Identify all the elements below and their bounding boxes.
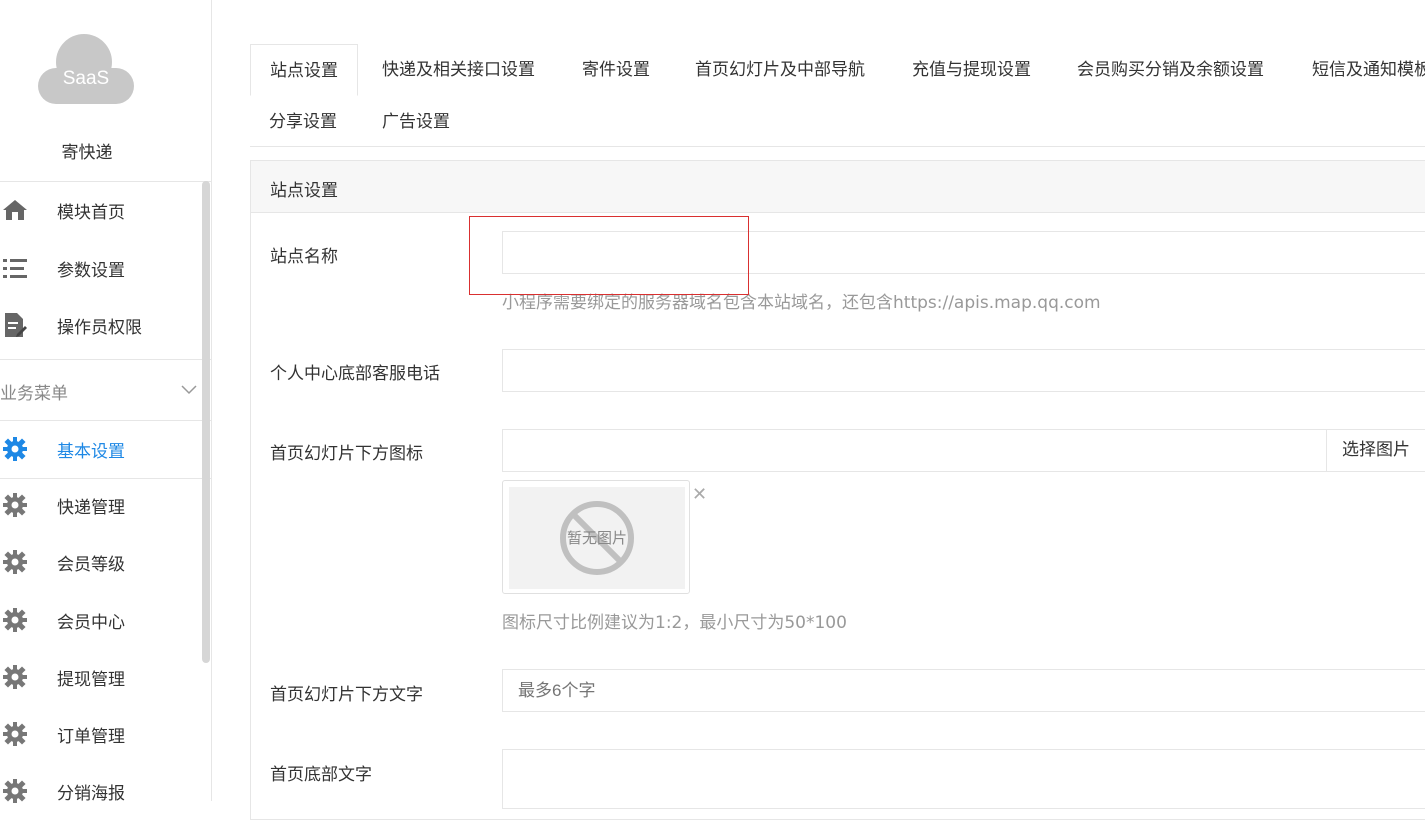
sidebar-item-label: 基本设置 bbox=[57, 441, 125, 462]
sidebar-item-label: 快递管理 bbox=[57, 497, 125, 518]
tab-site-settings[interactable]: 站点设置 bbox=[250, 44, 358, 96]
service-phone-input[interactable] bbox=[502, 349, 1425, 392]
sidebar-item-label: 参数设置 bbox=[57, 260, 125, 281]
document-edit-icon bbox=[2, 312, 28, 338]
gear-icon bbox=[2, 436, 28, 462]
sidebar-item-label: 模块首页 bbox=[57, 202, 125, 223]
sidebar-item-label: 会员中心 bbox=[57, 612, 125, 633]
slide-text-label: 首页幻灯片下方文字 bbox=[270, 685, 423, 705]
sidebar-group-business-menu[interactable]: 业务菜单 bbox=[0, 359, 211, 421]
no-image-text: 暂无图片 bbox=[566, 529, 627, 547]
sidebar-item-params[interactable]: 参数设置 bbox=[0, 243, 211, 293]
service-phone-label: 个人中心底部客服电话 bbox=[270, 364, 440, 384]
sidebar-item-order-management[interactable]: 订单管理 bbox=[0, 709, 211, 759]
panel-header: 站点设置 bbox=[251, 161, 1425, 213]
sidebar-item-distribution-poster[interactable]: 分销海报 bbox=[0, 766, 211, 816]
sidebar-group-label: 业务菜单 bbox=[0, 384, 68, 404]
sidebar-item-express-management[interactable]: 快递管理 bbox=[0, 480, 211, 530]
logo: SaaS bbox=[36, 32, 136, 108]
list-icon bbox=[2, 255, 28, 281]
sidebar-scrollbar[interactable] bbox=[202, 181, 210, 663]
tab-sms-notification[interactable]: 短信及通知模板 bbox=[1293, 44, 1425, 96]
tab-recharge-withdraw[interactable]: 充值与提现设置 bbox=[893, 44, 1050, 96]
gear-icon bbox=[2, 778, 28, 804]
footer-text-input[interactable] bbox=[502, 749, 1425, 809]
sidebar-item-label: 提现管理 bbox=[57, 669, 125, 690]
tab-slideshow-nav[interactable]: 首页幻灯片及中部导航 bbox=[676, 44, 884, 96]
sidebar-item-operator-permission[interactable]: 操作员权限 bbox=[0, 300, 211, 350]
slide-icon-label: 首页幻灯片下方图标 bbox=[270, 444, 423, 464]
sidebar-item-label: 订单管理 bbox=[57, 726, 125, 747]
gear-icon bbox=[2, 492, 28, 518]
panel-title: 站点设置 bbox=[270, 181, 338, 201]
cloud-icon: SaaS bbox=[36, 32, 136, 108]
highlight-box bbox=[469, 216, 749, 295]
gear-icon bbox=[2, 664, 28, 690]
sidebar-item-member-center[interactable]: 会员中心 bbox=[0, 595, 211, 645]
gear-icon bbox=[2, 549, 28, 575]
sidebar-item-member-level[interactable]: 会员等级 bbox=[0, 537, 211, 587]
tab-member-distribution[interactable]: 会员购买分销及余额设置 bbox=[1058, 44, 1283, 96]
tab-express-api-settings[interactable]: 快递及相关接口设置 bbox=[363, 44, 554, 96]
home-icon bbox=[2, 197, 28, 223]
sidebar-item-label: 会员等级 bbox=[57, 554, 125, 575]
image-preview: 暂无图片 bbox=[502, 480, 690, 594]
sidebar: SaaS 寄快递 模块首页 参数设置 操作员权限 业务菜单 基本设置 快递管理 … bbox=[0, 0, 212, 804]
slide-icon-input[interactable] bbox=[502, 429, 1425, 472]
sidebar-item-label: 分销海报 bbox=[57, 783, 125, 804]
sidebar-item-basic-settings[interactable]: 基本设置 bbox=[0, 424, 211, 474]
chevron-down-icon bbox=[180, 382, 197, 398]
gear-icon bbox=[2, 721, 28, 747]
select-image-button[interactable]: 选择图片 bbox=[1326, 429, 1425, 471]
gear-icon bbox=[2, 607, 28, 633]
tab-share-settings[interactable]: 分享设置 bbox=[250, 96, 356, 148]
tab-ad-settings[interactable]: 广告设置 bbox=[363, 96, 469, 148]
sidebar-item-withdraw-management[interactable]: 提现管理 bbox=[0, 652, 211, 702]
slide-icon-help: 图标尺寸比例建议为1:2，最小尺寸为50*100 bbox=[502, 613, 847, 633]
footer-text-label: 首页底部文字 bbox=[270, 765, 372, 785]
slide-text-input[interactable] bbox=[502, 669, 1425, 712]
logo-text: SaaS bbox=[62, 68, 110, 89]
sidebar-item-module-home[interactable]: 模块首页 bbox=[0, 185, 211, 235]
tab-shipping-settings[interactable]: 寄件设置 bbox=[563, 44, 669, 96]
remove-image-icon[interactable]: ✕ bbox=[692, 484, 707, 505]
sidebar-item-label: 操作员权限 bbox=[57, 317, 142, 338]
site-name: 寄快递 bbox=[61, 143, 113, 163]
site-name-label: 站点名称 bbox=[270, 247, 338, 267]
